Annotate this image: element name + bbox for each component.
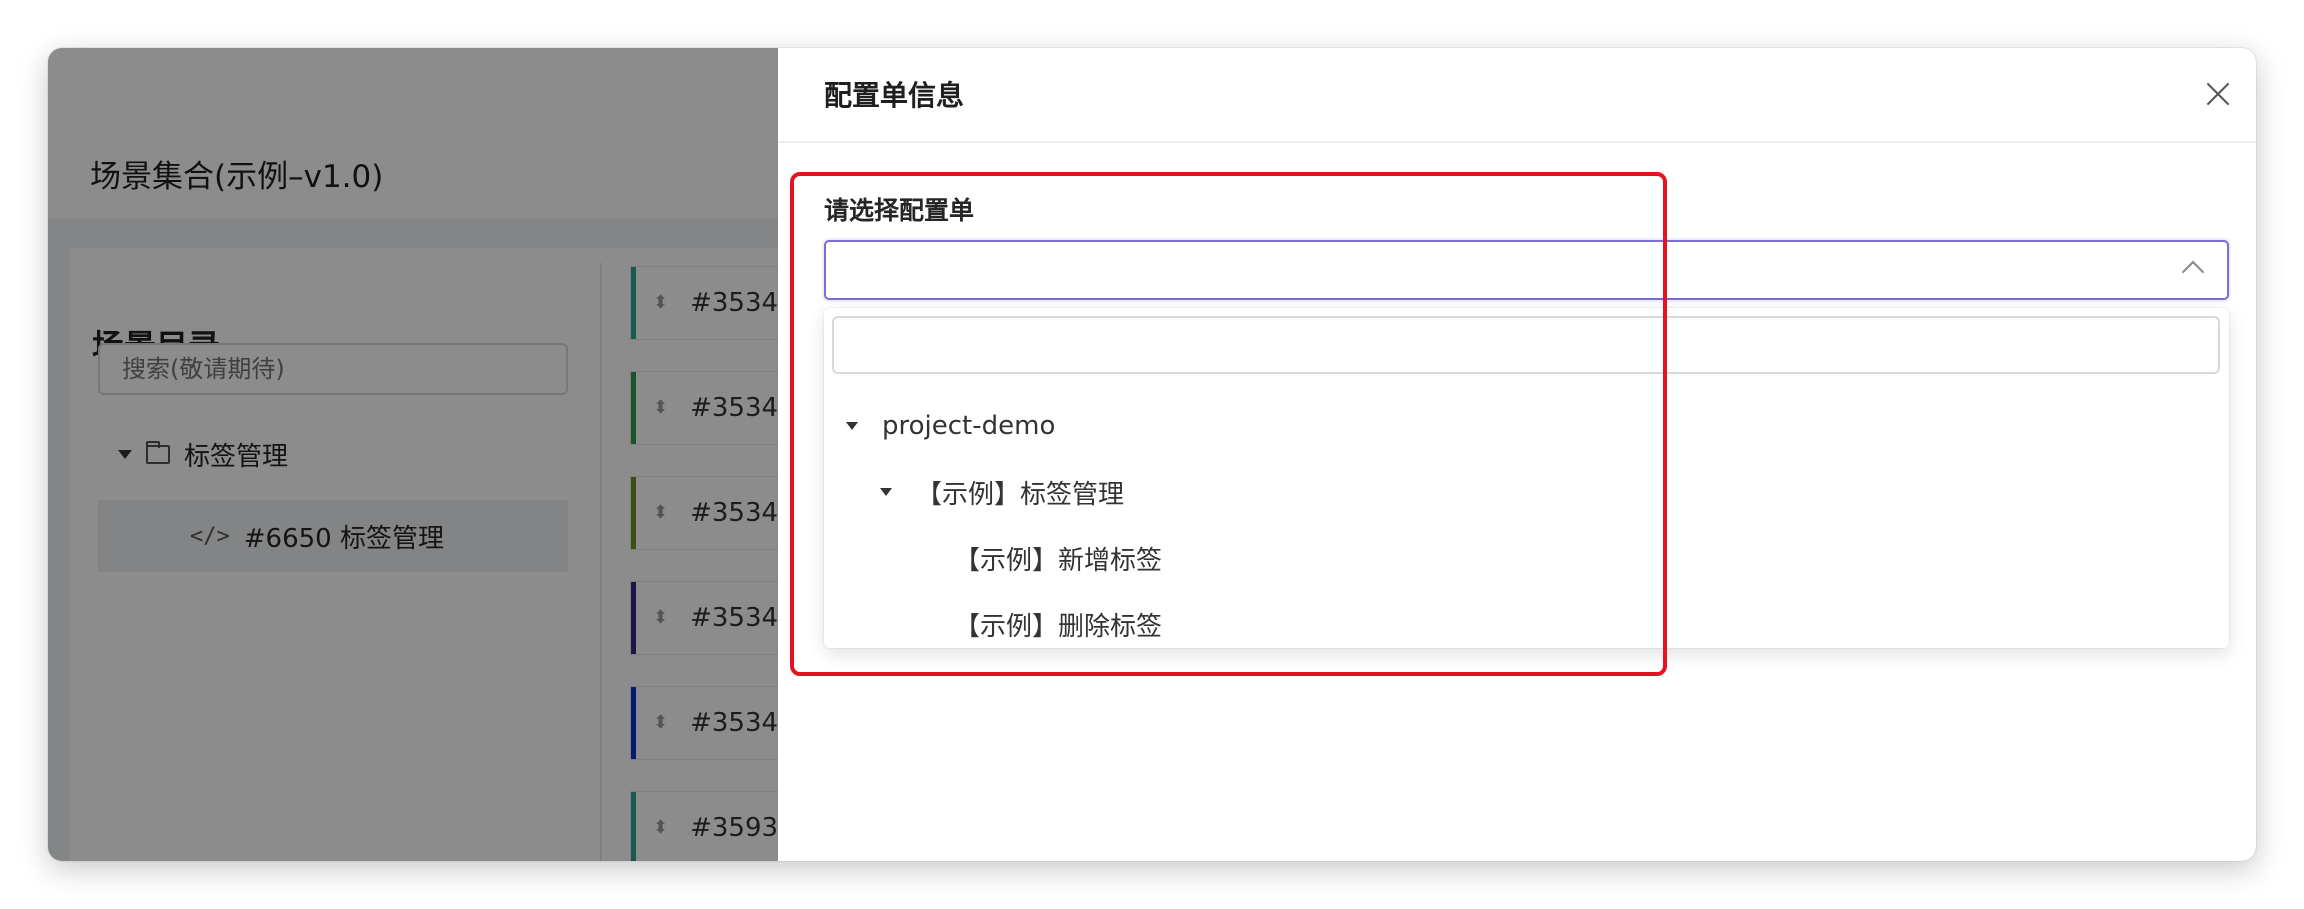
tree-node-label: 【示例】删除标签	[954, 611, 1163, 642]
config-dropdown: project-demo 【示例】标签管理 【示例】新增标签 【示例】删除标签	[824, 308, 2229, 648]
config-select[interactable]	[824, 240, 2229, 300]
tree-node-project-demo[interactable]: project-demo	[846, 406, 1055, 446]
tree-node-label: project-demo	[882, 411, 1056, 441]
chevron-up-icon[interactable]	[2181, 260, 2205, 284]
drawer-header: 配置单信息	[778, 48, 2256, 143]
caret-down-icon[interactable]	[880, 488, 892, 496]
config-drawer: 配置单信息 请选择配置单 project-demo 【示例】标签管理 【示例】新…	[778, 48, 2256, 861]
app-window: 场景集合(示例–v1.0) 场景目录 标签管理 </> #6650 标签管理 ⬍…	[48, 48, 2256, 861]
drawer-title: 配置单信息	[824, 79, 965, 112]
tree-node-delete-tag[interactable]: 【示例】删除标签	[954, 604, 1162, 644]
tree-node-label: 【示例】标签管理	[916, 479, 1125, 510]
config-select-label: 请选择配置单	[824, 196, 975, 225]
dropdown-search-input[interactable]	[832, 316, 2220, 374]
tree-node-add-tag[interactable]: 【示例】新增标签	[954, 538, 1162, 578]
close-icon[interactable]	[2200, 76, 2236, 112]
tree-node-tag-management[interactable]: 【示例】标签管理	[880, 472, 1124, 512]
tree-node-label: 【示例】新增标签	[954, 545, 1163, 576]
caret-down-icon[interactable]	[846, 422, 858, 430]
